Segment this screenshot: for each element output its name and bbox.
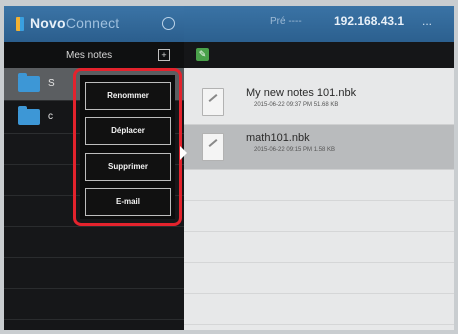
delete-button[interactable]: Supprimer xyxy=(85,153,171,181)
title-bar: NovoConnect xyxy=(4,6,184,42)
empty-row xyxy=(4,289,184,320)
folder-label: c xyxy=(48,111,53,122)
novoconnect-logo-icon xyxy=(16,17,24,31)
connection-bar: Pré ---- 192.168.43.1 ... xyxy=(184,6,454,42)
app-screen: NovoConnect Pré ---- 192.168.43.1 ... Me… xyxy=(4,6,454,330)
notes-panel-header: ✎ xyxy=(184,42,454,68)
note-file-name: math101.nbk xyxy=(246,132,310,144)
menu-pointer-arrow xyxy=(180,146,187,160)
note-file-icon xyxy=(202,133,224,161)
note-file-item[interactable]: math101.nbk 2015-06-22 09:15 PM 1.58 KB xyxy=(184,125,454,170)
note-file-icon xyxy=(202,88,224,116)
ip-address: 192.168.43.1 xyxy=(334,14,405,28)
top-bar: NovoConnect Pré ---- 192.168.43.1 ... xyxy=(4,6,454,42)
add-folder-button[interactable]: + xyxy=(158,49,170,61)
empty-row xyxy=(4,227,184,258)
folder-icon xyxy=(18,106,40,125)
email-button[interactable]: E-mail xyxy=(85,188,171,216)
folder-icon xyxy=(18,73,40,92)
rename-button[interactable]: Renommer xyxy=(85,82,171,110)
context-menu: Renommer Déplacer Supprimer E-mail xyxy=(80,75,175,219)
empty-row xyxy=(184,294,454,325)
edit-button[interactable]: ✎ xyxy=(196,48,209,61)
search-icon[interactable] xyxy=(162,17,175,30)
empty-row xyxy=(184,170,454,201)
app-title-brand: Novo xyxy=(30,15,66,31)
more-menu-button[interactable]: ... xyxy=(422,14,432,28)
note-file-name: My new notes 101.nbk xyxy=(246,87,357,99)
folder-panel-header: Mes notes + xyxy=(4,42,184,69)
empty-row xyxy=(184,201,454,232)
note-file-meta: 2015-06-22 09:15 PM 1.58 KB xyxy=(254,147,336,153)
move-button[interactable]: Déplacer xyxy=(85,117,171,145)
empty-row xyxy=(4,258,184,289)
app-title: NovoConnect xyxy=(30,15,119,31)
notes-panel: ✎ My new notes 101.nbk 2015-06-22 09:37 … xyxy=(184,42,454,330)
folder-panel-title: Mes notes xyxy=(66,50,113,61)
folder-label: S xyxy=(48,78,55,89)
empty-row xyxy=(184,263,454,294)
device-frame: NovoConnect Pré ---- 192.168.43.1 ... Me… xyxy=(0,0,458,334)
connection-status: Pré ---- xyxy=(270,16,302,27)
empty-row xyxy=(184,232,454,263)
note-file-item[interactable]: My new notes 101.nbk 2015-06-22 09:37 PM… xyxy=(184,80,454,125)
app-title-rest: Connect xyxy=(65,15,120,31)
note-file-meta: 2015-06-22 09:37 PM 51.68 KB xyxy=(254,102,339,108)
